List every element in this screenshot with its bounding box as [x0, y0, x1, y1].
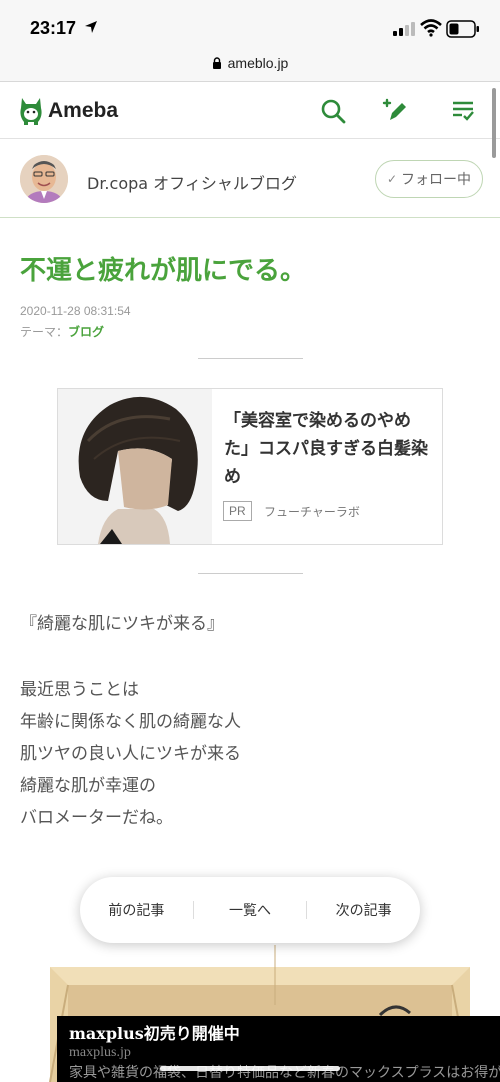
body-line: バロメーターだね。	[20, 808, 173, 828]
follow-button[interactable]: ✓ フォロー中	[375, 160, 483, 198]
status-time: 23:17	[30, 18, 77, 38]
ad-card[interactable]: 「美容室で染めるのやめた」コスパ良すぎる白髪染め PR フューチャーラボ	[57, 388, 443, 545]
banner-domain: maxplus.jp	[69, 1045, 131, 1060]
blog-avatar[interactable]	[20, 155, 68, 203]
banner-title[interactable]: maxplus初売り開催中	[69, 1020, 500, 1044]
body-line: 『綺麗な肌にツキが来る』	[20, 614, 224, 634]
home-indicator[interactable]	[160, 1066, 340, 1071]
location-arrow-icon	[85, 21, 97, 33]
pr-badge: PR	[223, 501, 252, 521]
ameba-logo[interactable]: Ameba	[18, 95, 118, 127]
body-line: 最近思うことは	[20, 680, 139, 700]
article-nav: 前の記事 一覧へ 次の記事	[80, 877, 420, 943]
write-post-icon[interactable]	[382, 98, 408, 124]
search-icon[interactable]	[320, 98, 346, 124]
url-text: ameblo.jp	[227, 55, 289, 71]
url-bar[interactable]: ameblo.jp	[0, 50, 500, 82]
ameba-mascot-icon	[20, 98, 42, 125]
lock-icon	[212, 57, 221, 69]
banner-ad[interactable]: maxplus初売り開催中 maxplus.jp 家具や雑貨の福袋、日替り特価品…	[57, 1016, 500, 1082]
article-theme: テーマ：ブログ	[20, 323, 104, 340]
article-title: 不運と疲れが肌にでる。	[20, 256, 307, 286]
prev-article-link[interactable]: 前の記事	[80, 900, 193, 920]
divider	[198, 358, 303, 359]
ad-sponsor: フューチャーラボ	[264, 505, 360, 519]
check-icon: ✓	[386, 172, 398, 186]
cellular-signal-icon	[393, 22, 415, 36]
next-article-link[interactable]: 次の記事	[307, 900, 420, 920]
ameba-header: Ameba	[0, 83, 500, 139]
body-line: 年齢に関係なく肌の綺麗な人	[20, 712, 241, 732]
article-list-link[interactable]: 一覧へ	[194, 900, 307, 920]
banner-description: 家具や雑貨の福袋、日替り特価品など新春のマックスプラスはお得が目白押し！	[69, 1065, 500, 1081]
ad-image-hair	[58, 389, 212, 544]
wifi-icon	[420, 19, 442, 37]
ad-title[interactable]: 「美容室で染めるのやめた」コスパ良すぎる白髪染め	[224, 407, 436, 491]
divider	[198, 573, 303, 574]
body-line: 綺麗な肌が幸運の	[20, 776, 156, 796]
battery-icon	[446, 20, 479, 38]
blog-name[interactable]: Dr.copa オフィシャルブログ	[87, 170, 297, 194]
ameba-logo-text: Ameba	[48, 99, 119, 122]
status-bar: 23:17	[0, 0, 500, 50]
follow-label: フォロー中	[401, 172, 472, 188]
article-date: 2020-11-28 08:31:54	[20, 304, 131, 318]
feed-list-icon[interactable]	[450, 98, 476, 124]
theme-label: テーマ：	[20, 325, 69, 339]
theme-link[interactable]: ブログ	[68, 325, 104, 339]
blog-bar: Dr.copa オフィシャルブログ ✓ フォロー中	[0, 140, 500, 218]
body-line: 肌ツヤの良い人にツキが来る	[20, 744, 241, 764]
